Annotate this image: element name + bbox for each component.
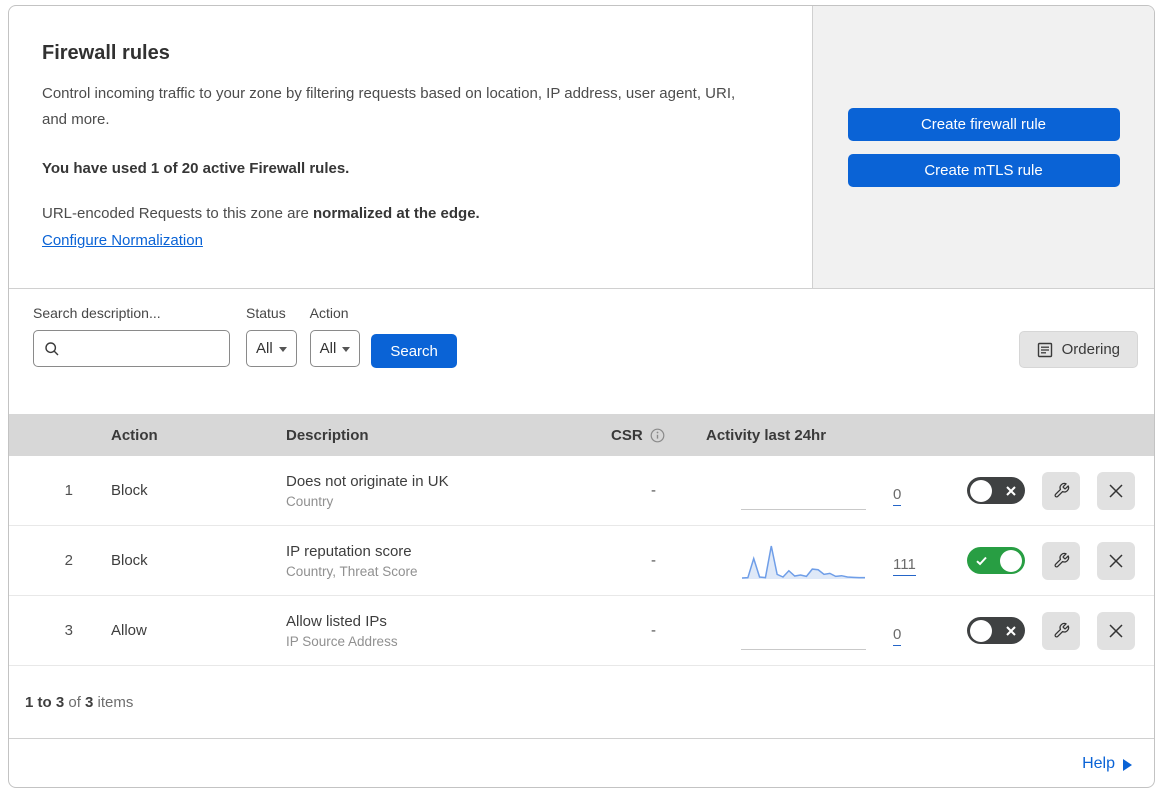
rule-priority: 1: [64, 482, 73, 499]
column-description: Description: [286, 426, 369, 444]
table-row: 2 Block IP reputation score Country, Thr…: [9, 526, 1154, 596]
pagination-total: 3: [85, 693, 94, 711]
filter-bar: Search description... Status All Action …: [9, 289, 1154, 414]
table-row: 3 Allow Allow listed IPs IP Source Addre…: [9, 596, 1154, 666]
edit-rule-button[interactable]: [1042, 471, 1080, 510]
activity-count-link[interactable]: 0: [893, 627, 902, 646]
ordering-list-icon: [1037, 342, 1053, 358]
rule-controls: [951, 541, 1154, 580]
help-link[interactable]: Help: [1082, 755, 1132, 773]
rule-enabled-toggle[interactable]: [967, 547, 1025, 574]
pagination-range: 1 to 3: [25, 693, 65, 711]
rule-description: Allow listed IPs: [286, 612, 387, 630]
ordering-button[interactable]: Ordering: [1018, 331, 1138, 368]
column-csr-label: CSR: [611, 426, 643, 444]
rule-controls: [951, 471, 1154, 510]
rule-activity-cell: 111: [696, 541, 951, 581]
header-text-block: Firewall rules Control incoming traffic …: [9, 6, 812, 288]
chevron-down-icon: [278, 347, 287, 352]
activity-sparkline: [741, 541, 866, 581]
table-row: 1 Block Does not originate in UK Country…: [9, 456, 1154, 526]
create-mtls-rule-button[interactable]: Create mTLS rule: [847, 153, 1120, 187]
actions-panel: Create firewall rule Create mTLS rule: [812, 6, 1154, 288]
rule-enabled-toggle[interactable]: [967, 617, 1025, 644]
rule-description: Does not originate in UK: [286, 472, 449, 490]
column-csr: CSR: [611, 427, 696, 444]
rule-priority: 3: [64, 622, 73, 639]
pagination-items: items: [93, 693, 134, 711]
normalization-bold: normalized at the edge.: [313, 204, 480, 222]
info-icon[interactable]: [650, 428, 665, 443]
table-header: Action Description CSR Activity last 24h…: [9, 414, 1154, 456]
rule-csr: -: [651, 552, 656, 569]
normalization-text: URL-encoded Requests to this zone are no…: [42, 205, 752, 222]
rule-csr: -: [651, 482, 656, 499]
rule-csr: -: [651, 622, 656, 639]
rule-action: Block: [111, 552, 148, 569]
rule-action: Block: [111, 482, 148, 499]
close-icon: [1108, 553, 1124, 569]
search-icon: [44, 341, 60, 357]
delete-rule-button[interactable]: [1097, 541, 1135, 580]
rule-activity-cell: 0: [696, 471, 951, 511]
create-firewall-rule-button[interactable]: Create firewall rule: [847, 107, 1120, 141]
rule-controls: [951, 611, 1154, 650]
activity-sparkline: [741, 471, 866, 511]
search-label: Search description...: [33, 305, 161, 321]
close-icon: [1108, 483, 1124, 499]
rule-description-cell: Allow listed IPs IP Source Address: [286, 613, 611, 649]
help-link-label: Help: [1082, 754, 1115, 772]
status-dropdown-value: All: [256, 340, 273, 357]
rule-criteria: IP Source Address: [286, 633, 398, 649]
delete-rule-button[interactable]: [1097, 611, 1135, 650]
chevron-down-icon: [342, 347, 351, 352]
column-action: Action: [111, 426, 158, 444]
pagination-of: of: [64, 693, 86, 711]
help-bar: Help: [9, 739, 1154, 787]
rule-action: Allow: [111, 622, 147, 639]
rule-criteria: Country, Threat Score: [286, 563, 418, 579]
action-label: Action: [309, 305, 349, 321]
page-description: Control incoming traffic to your zone by…: [42, 85, 736, 129]
action-dropdown-value: All: [319, 340, 337, 357]
rule-description-cell: IP reputation score Country, Threat Scor…: [286, 543, 611, 579]
ordering-button-label: Ordering: [1061, 341, 1120, 358]
activity-sparkline: [741, 611, 866, 651]
normalization-prefix: URL-encoded Requests to this zone are: [42, 204, 313, 222]
status-dropdown[interactable]: All: [246, 330, 297, 367]
search-input[interactable]: [33, 330, 230, 367]
status-label: Status: [246, 305, 286, 321]
toggle-knob: [970, 479, 992, 502]
usage-summary: You have used 1 of 20 active Firewall ru…: [42, 159, 350, 177]
wrench-icon: [1053, 552, 1070, 569]
close-icon: [1108, 623, 1124, 639]
activity-count-link[interactable]: 0: [893, 487, 902, 506]
rule-description-cell: Does not originate in UK Country: [286, 473, 611, 509]
rule-activity-cell: 0: [696, 611, 951, 651]
header-section: Firewall rules Control incoming traffic …: [9, 6, 1154, 289]
page-title: Firewall rules: [42, 42, 170, 64]
rule-description: IP reputation score: [286, 542, 412, 560]
toggle-knob: [1000, 549, 1022, 572]
activity-count-link[interactable]: 111: [893, 557, 916, 576]
configure-normalization-link[interactable]: Configure Normalization: [42, 232, 203, 249]
arrow-right-icon: [1123, 758, 1132, 771]
column-activity: Activity last 24hr: [706, 426, 827, 444]
table-pagination-summary: 1 to 3 of 3 items: [9, 666, 1154, 739]
wrench-icon: [1053, 482, 1070, 499]
rule-priority: 2: [64, 552, 73, 569]
delete-rule-button[interactable]: [1097, 471, 1135, 510]
toggle-knob: [970, 619, 992, 642]
rule-enabled-toggle[interactable]: [967, 477, 1025, 504]
edit-rule-button[interactable]: [1042, 611, 1080, 650]
search-button[interactable]: Search: [371, 334, 457, 368]
rule-criteria: Country: [286, 493, 334, 509]
edit-rule-button[interactable]: [1042, 541, 1080, 580]
firewall-rules-panel: Firewall rules Control incoming traffic …: [8, 5, 1155, 788]
action-dropdown[interactable]: All: [309, 330, 361, 367]
wrench-icon: [1053, 622, 1070, 639]
